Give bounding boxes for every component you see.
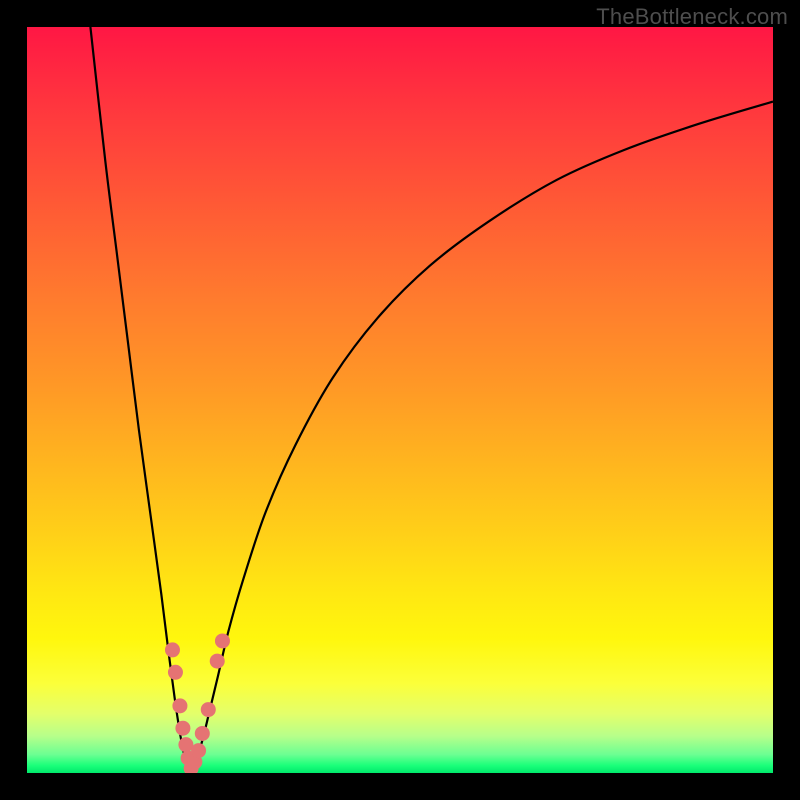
marker-layer xyxy=(165,633,230,773)
marker-dot xyxy=(165,642,180,657)
watermark-text: TheBottleneck.com xyxy=(596,4,788,30)
curve-right xyxy=(190,102,773,773)
marker-dot xyxy=(191,743,206,758)
chart-svg xyxy=(27,27,773,773)
marker-dot xyxy=(215,633,230,648)
marker-dot xyxy=(168,665,183,680)
marker-dot xyxy=(195,726,210,741)
plot-area xyxy=(27,27,773,773)
marker-dot xyxy=(201,702,216,717)
series-left-branch xyxy=(90,27,190,773)
series-right-branch xyxy=(190,102,773,773)
marker-dot xyxy=(172,698,187,713)
chart-frame: TheBottleneck.com xyxy=(0,0,800,800)
marker-dot xyxy=(210,654,225,669)
marker-dot xyxy=(175,721,190,736)
curve-left xyxy=(90,27,190,773)
